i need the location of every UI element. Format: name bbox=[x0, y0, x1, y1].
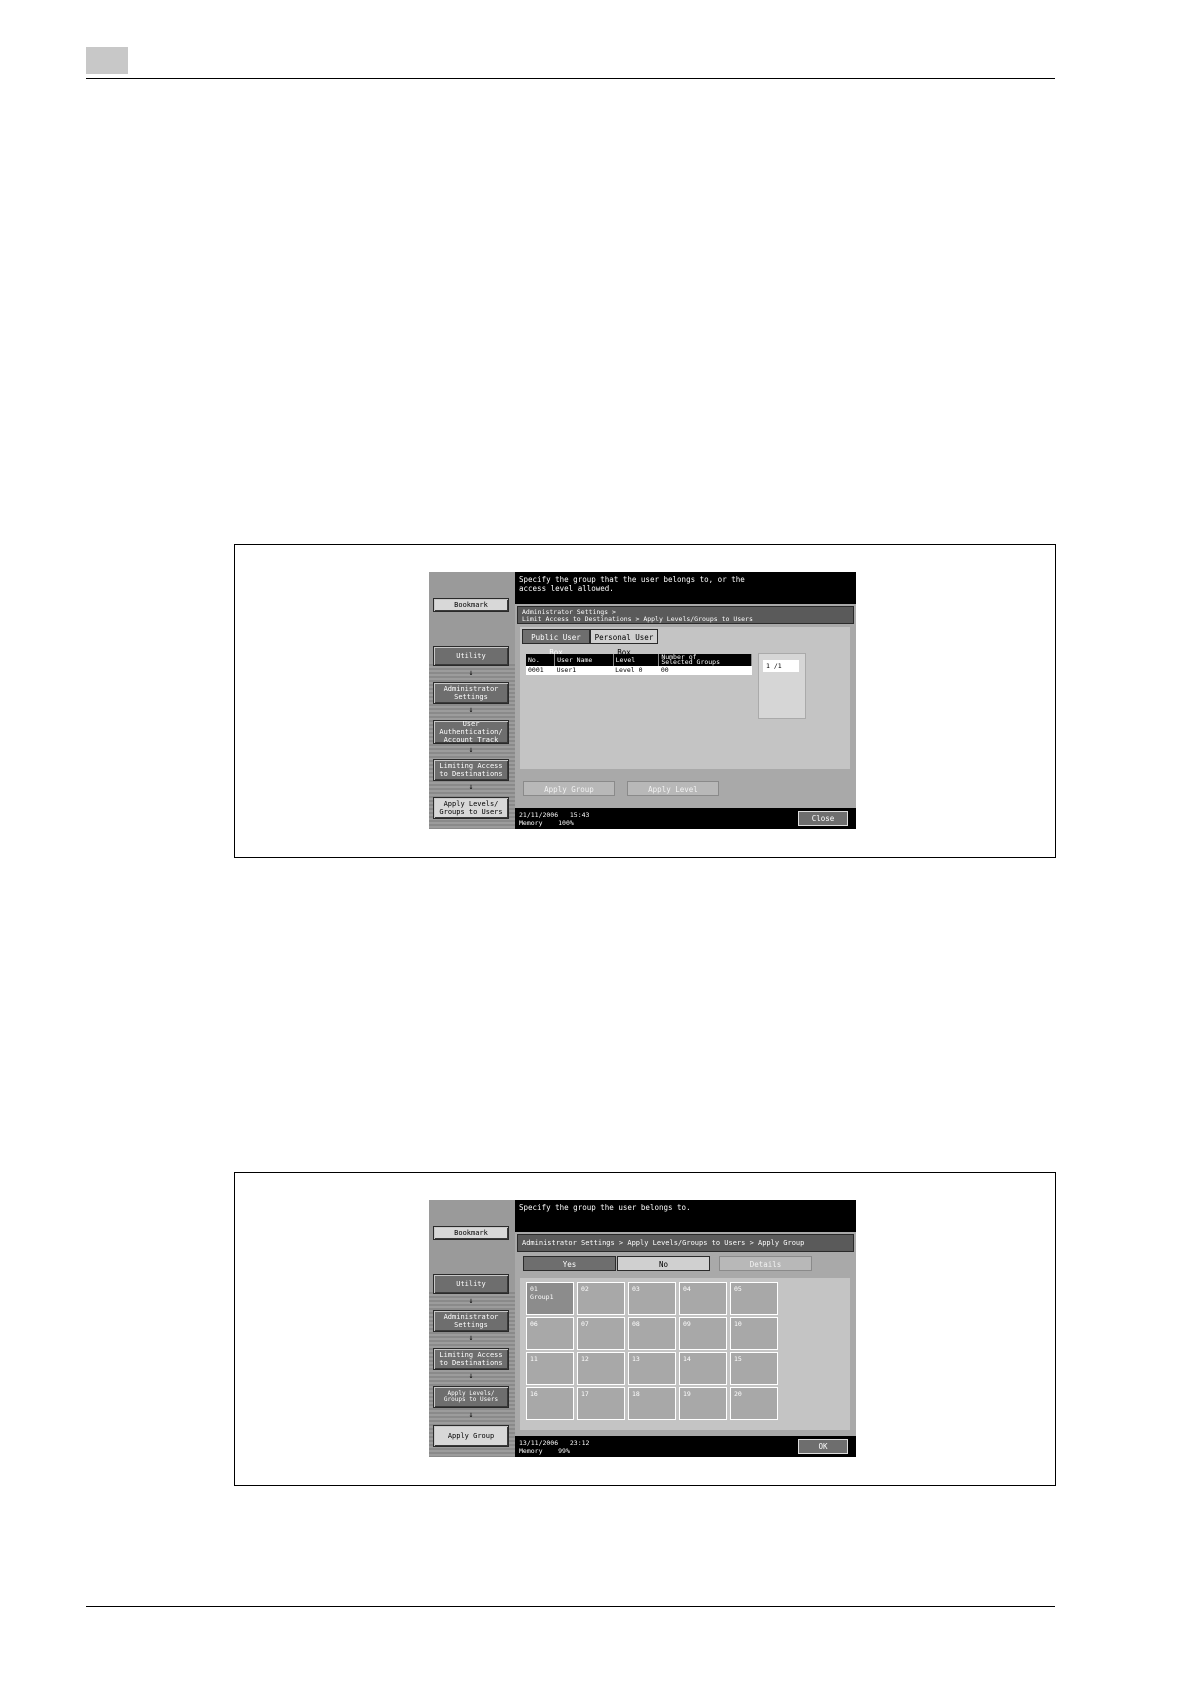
no-button[interactable]: No bbox=[617, 1256, 710, 1271]
apply-level-button[interactable]: Apply Level bbox=[627, 781, 719, 796]
status-date: 13/11/2006 bbox=[519, 1439, 559, 1447]
group-cell[interactable]: 12 bbox=[577, 1352, 625, 1385]
group-cell[interactable]: 17 bbox=[577, 1387, 625, 1420]
arrow-down-icon: ↓ bbox=[468, 1333, 474, 1342]
tab-public-user-box[interactable]: Public User Box bbox=[522, 629, 590, 657]
screen-1: Bookmark Utility ↓ Administrator Setting… bbox=[429, 572, 856, 829]
group-cell[interactable]: 14 bbox=[679, 1352, 727, 1385]
status-time: 15:43 bbox=[569, 811, 590, 819]
yes-button[interactable]: Yes bbox=[523, 1256, 616, 1271]
sidebar-item-limiting-access[interactable]: Limiting Access to Destinations bbox=[433, 1348, 509, 1370]
column-header-level: Level bbox=[613, 654, 660, 666]
sidebar: Bookmark Utility ↓ Administrator Setting… bbox=[429, 1200, 515, 1457]
header-rule bbox=[86, 78, 1055, 79]
group-cell[interactable]: 13 bbox=[628, 1352, 676, 1385]
page-number: 1 /1 bbox=[763, 660, 799, 672]
status-bar: 21/11/2006 15:43 Memory 100% Close bbox=[515, 808, 856, 829]
bookmark-button[interactable]: Bookmark bbox=[433, 1226, 509, 1240]
group-cell[interactable]: 11 bbox=[526, 1352, 574, 1385]
memory-value: 99% bbox=[558, 1447, 570, 1455]
column-header-no: No. bbox=[526, 654, 556, 666]
figure-2-frame: Bookmark Utility ↓ Administrator Setting… bbox=[234, 1172, 1056, 1486]
group-cell[interactable]: 20 bbox=[730, 1387, 778, 1420]
sidebar-item-administrator-settings[interactable]: Administrator Settings bbox=[433, 1310, 509, 1332]
group-cell[interactable]: 03 bbox=[628, 1282, 676, 1315]
memory-label: Memory bbox=[519, 1447, 543, 1455]
group-cell[interactable]: 06 bbox=[526, 1317, 574, 1350]
tab-personal-user-box[interactable]: Personal User Box bbox=[590, 629, 658, 657]
group-cell[interactable]: 08 bbox=[628, 1317, 676, 1350]
arrow-down-icon: ↓ bbox=[468, 782, 474, 791]
chapter-tab bbox=[86, 47, 128, 74]
ok-button[interactable]: OK bbox=[798, 1439, 848, 1454]
sidebar-item-user-authentication[interactable]: User Authentication/ Account Track bbox=[433, 720, 509, 744]
table-row[interactable]: 0001 User1 Level 0 00 bbox=[526, 666, 752, 675]
group-cell[interactable]: 18 bbox=[628, 1387, 676, 1420]
sidebar-item-administrator-settings[interactable]: Administrator Settings bbox=[433, 682, 509, 704]
row-no: 0001 bbox=[526, 666, 555, 675]
status-bar: 13/11/2006 23:12 Memory 99% OK bbox=[515, 1436, 856, 1457]
arrow-down-icon: ↓ bbox=[468, 668, 474, 677]
table-header-row: No. User Name Level Number of Selected G… bbox=[526, 654, 752, 666]
instruction-message: Specify the group that the user belongs … bbox=[515, 572, 856, 604]
column-header-selected-groups: Number of Selected Groups bbox=[658, 654, 752, 666]
bookmark-button[interactable]: Bookmark bbox=[433, 598, 509, 612]
group-grid-panel: 01 Group1 02 03 04 05 06 07 08 09 10 11 12 13 14 15 16 1… bbox=[520, 1278, 850, 1430]
sidebar: Bookmark Utility ↓ Administrator Setting… bbox=[429, 572, 515, 829]
status-date: 21/11/2006 bbox=[519, 811, 559, 819]
memory-value: 100% bbox=[558, 819, 574, 827]
arrow-down-icon: ↓ bbox=[468, 1296, 474, 1305]
footer-rule bbox=[86, 1606, 1055, 1607]
arrow-down-icon: ↓ bbox=[468, 1410, 474, 1419]
status-time: 23:12 bbox=[569, 1439, 590, 1447]
details-button[interactable]: Details bbox=[719, 1256, 812, 1271]
breadcrumb: Administrator Settings > Limit Access to… bbox=[517, 606, 854, 624]
sidebar-item-utility[interactable]: Utility bbox=[433, 646, 509, 666]
group-cell[interactable]: 05 bbox=[730, 1282, 778, 1315]
sidebar-item-apply-group[interactable]: Apply Group bbox=[433, 1425, 509, 1447]
row-level: Level 0 bbox=[613, 666, 659, 675]
sidebar-item-apply-levels-groups[interactable]: Apply Levels/ Groups to Users bbox=[433, 797, 509, 819]
group-cell[interactable]: 04 bbox=[679, 1282, 727, 1315]
instruction-message: Specify the group the user belongs to. bbox=[515, 1200, 856, 1232]
group-cell[interactable]: 09 bbox=[679, 1317, 727, 1350]
group-cell[interactable]: 02 bbox=[577, 1282, 625, 1315]
apply-group-button[interactable]: Apply Group bbox=[523, 781, 615, 796]
sidebar-item-limiting-access[interactable]: Limiting Access to Destinations bbox=[433, 759, 509, 781]
sidebar-item-utility[interactable]: Utility bbox=[433, 1274, 509, 1294]
page-indicator: 1 /1 bbox=[758, 653, 806, 719]
screen-2: Bookmark Utility ↓ Administrator Setting… bbox=[429, 1200, 856, 1457]
group-cell[interactable]: 01 Group1 bbox=[526, 1282, 574, 1315]
column-header-user-name: User Name bbox=[554, 654, 614, 666]
group-cell[interactable]: 16 bbox=[526, 1387, 574, 1420]
arrow-down-icon: ↓ bbox=[468, 1371, 474, 1380]
group-cell[interactable]: 07 bbox=[577, 1317, 625, 1350]
user-table: No. User Name Level Number of Selected G… bbox=[526, 654, 752, 675]
memory-label: Memory bbox=[519, 819, 543, 827]
sidebar-item-apply-levels-groups[interactable]: Apply Levels/ Groups to Users bbox=[433, 1386, 509, 1408]
group-cell[interactable]: 15 bbox=[730, 1352, 778, 1385]
group-cell[interactable]: 19 bbox=[679, 1387, 727, 1420]
arrow-down-icon: ↓ bbox=[468, 745, 474, 754]
arrow-down-icon: ↓ bbox=[468, 705, 474, 714]
figure-1-frame: Bookmark Utility ↓ Administrator Setting… bbox=[234, 544, 1056, 858]
row-selected-groups: 00 bbox=[658, 666, 752, 675]
user-list-panel: Public User Box Personal User Box No. Us… bbox=[520, 627, 850, 769]
close-button[interactable]: Close bbox=[798, 811, 848, 826]
row-user-name: User1 bbox=[554, 666, 614, 675]
group-cell[interactable]: 10 bbox=[730, 1317, 778, 1350]
breadcrumb: Administrator Settings > Apply Levels/Gr… bbox=[517, 1234, 854, 1252]
